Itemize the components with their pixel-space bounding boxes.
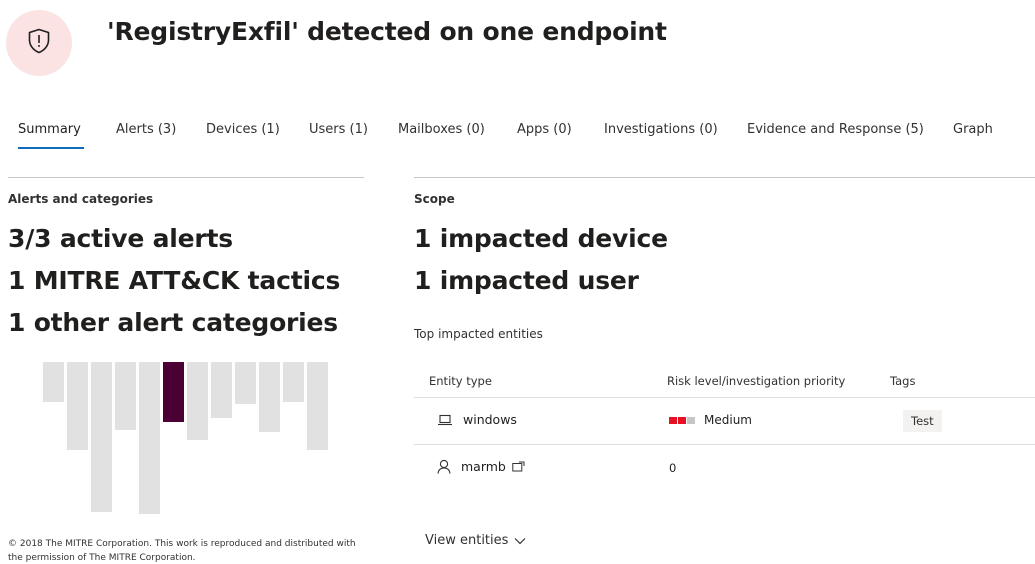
matrix-column[interactable]	[67, 362, 88, 450]
mitre-copyright: © 2018 The MITRE Corporation. This work …	[8, 539, 356, 563]
matrix-column[interactable]	[187, 362, 208, 440]
top-entities-label: Top impacted entities	[414, 327, 543, 341]
scope-section-label: Scope	[414, 192, 455, 206]
incident-title: 'RegistryExfil' detected on one endpoint	[107, 17, 667, 46]
alerts-section-label: Alerts and categories	[8, 192, 154, 206]
matrix-column[interactable]	[139, 362, 160, 514]
user-icon	[437, 459, 451, 474]
table-header-divider	[414, 397, 1035, 398]
matrix-column[interactable]	[235, 362, 256, 404]
risk-level-cell: 0	[669, 461, 677, 475]
tab-users[interactable]: Users (1)	[309, 122, 368, 137]
left-divider	[8, 177, 364, 178]
entity-name[interactable]: windows	[463, 412, 517, 427]
column-header-entity-type[interactable]: Entity type	[429, 374, 492, 388]
tab-summary[interactable]: Summary	[18, 122, 81, 137]
risk-level-label: Medium	[704, 413, 752, 427]
risk-meter	[669, 416, 696, 424]
matrix-column[interactable]	[283, 362, 304, 402]
matrix-column[interactable]	[211, 362, 232, 418]
view-entities-button[interactable]: View entities	[425, 533, 526, 548]
tab-evidence-and-response[interactable]: Evidence and Response (5)	[747, 122, 924, 137]
tab-mailboxes[interactable]: Mailboxes (0)	[398, 122, 485, 137]
other-categories-count: 1 other alert categories	[8, 308, 338, 337]
table-row-entity[interactable]: marmb	[437, 459, 525, 474]
tab-graph[interactable]: Graph	[953, 122, 993, 137]
shield-alert-icon	[27, 28, 51, 58]
active-alerts-count: 3/3 active alerts	[8, 224, 233, 253]
entity-name[interactable]: marmb	[461, 459, 506, 474]
tab-apps[interactable]: Apps (0)	[517, 122, 572, 137]
matrix-column-active[interactable]	[163, 362, 184, 422]
column-header-risk[interactable]: Risk level/investigation priority	[667, 374, 845, 388]
right-divider	[414, 177, 1035, 178]
risk-level-cell: Medium	[669, 413, 752, 427]
matrix-column[interactable]	[91, 362, 112, 512]
view-entities-label[interactable]: View entities	[425, 533, 508, 548]
external-link-icon[interactable]	[512, 461, 525, 472]
tab-devices[interactable]: Devices (1)	[206, 122, 280, 137]
active-tab-indicator	[18, 147, 84, 149]
chevron-down-icon	[514, 537, 526, 544]
impacted-users-count: 1 impacted user	[414, 266, 639, 295]
row-divider	[414, 444, 1035, 445]
matrix-column[interactable]	[307, 362, 328, 450]
tab-investigations[interactable]: Investigations (0)	[604, 122, 718, 137]
tag-badge[interactable]: Test	[903, 410, 942, 432]
incident-badge	[6, 10, 72, 76]
tab-bar: Summary Alerts (3) Devices (1) Users (1)…	[0, 118, 1035, 152]
matrix-column[interactable]	[43, 362, 64, 402]
matrix-column[interactable]	[259, 362, 280, 432]
impacted-devices-count: 1 impacted device	[414, 224, 668, 253]
mitre-tactics-count: 1 MITRE ATT&CK tactics	[8, 266, 341, 295]
matrix-column[interactable]	[115, 362, 136, 430]
table-row-entity[interactable]: windows	[437, 412, 517, 427]
incident-header: 'RegistryExfil' detected on one endpoint	[0, 0, 1035, 100]
tab-alerts[interactable]: Alerts (3)	[116, 122, 176, 137]
column-header-tags[interactable]: Tags	[890, 374, 915, 388]
laptop-icon	[437, 414, 453, 426]
